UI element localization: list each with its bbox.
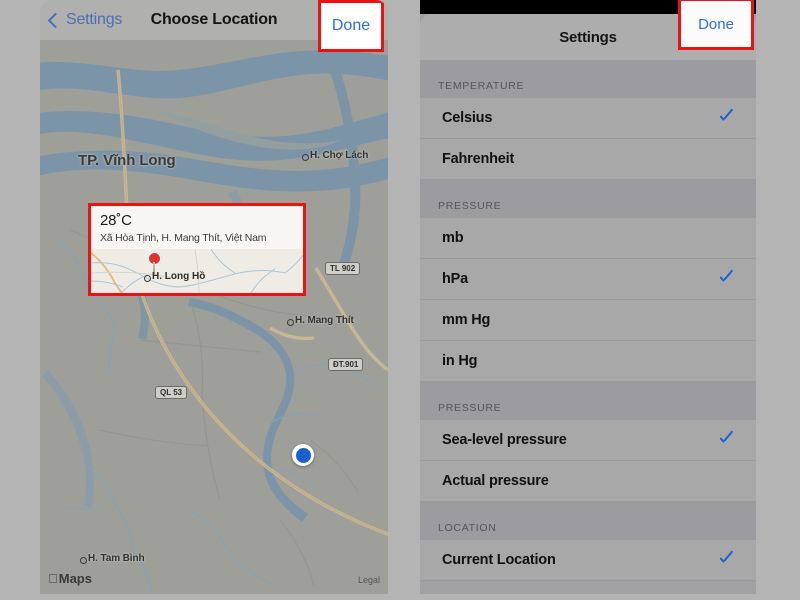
checkmark-icon [718, 552, 734, 568]
settings-panel: Settings TEMPERATURE Celsius Fahrenheit PRE… [420, 0, 756, 594]
apple-logo-icon:  [48, 571, 58, 586]
road-shield: ĐT.901 [328, 358, 364, 371]
settings-row-label: Current Location [442, 552, 556, 568]
callout-poi-label: H. Long Hồ [152, 271, 206, 282]
settings-row[interactable]: in Hg [420, 341, 756, 382]
settings-row-label: mm Hg [442, 312, 491, 328]
settings-row[interactable]: mm Hg [420, 300, 756, 341]
settings-row-label: Sea-level pressure [442, 432, 567, 448]
map-poi-dot [80, 557, 87, 564]
settings-row[interactable]: Sea-level pressure [420, 420, 756, 461]
settings-row[interactable]: Actual pressure [420, 461, 756, 502]
location-callout-card[interactable]: 28˚C Xã Hòa Tịnh, H. Mang Thít, Việt Nam [91, 206, 303, 293]
map-place-label: TP. Vĩnh Long [78, 152, 176, 169]
settings-section-header: LOCATION [420, 502, 756, 540]
done-button-right[interactable]: Done [678, 0, 754, 50]
callout-tail [141, 243, 157, 252]
callout-address: Xã Hòa Tịnh, H. Mang Thít, Việt Nam [100, 232, 267, 244]
settings-title: Settings [559, 28, 617, 46]
settings-list: TEMPERATURE Celsius Fahrenheit PRESSURE mb hP… [420, 60, 756, 581]
map-place-label: H. Mang Thít [295, 315, 354, 326]
settings-row-label: Actual pressure [442, 473, 549, 489]
done-button-left[interactable]: Done [318, 0, 384, 52]
current-location-dot[interactable] [292, 444, 314, 466]
apple-maps-attribution:  Maps [48, 571, 92, 586]
screenshot-stage: TP. Vĩnh Long H. Chợ Lách H. Mang Thít H. T… [0, 0, 800, 600]
settings-row-label: in Hg [442, 353, 478, 369]
checkmark-icon [718, 432, 734, 448]
settings-sheet: Settings TEMPERATURE Celsius Fahrenheit PRE… [420, 14, 756, 594]
road-shield: QL 53 [155, 386, 188, 399]
map-poi-dot [302, 154, 309, 161]
callout-temperature: 28˚C [100, 212, 132, 229]
settings-section-header-label: TEMPERATURE [438, 80, 525, 92]
checkmark-icon [718, 110, 734, 126]
callout-header: 28˚C Xã Hòa Tịnh, H. Mang Thít, Việt Nam [91, 206, 303, 251]
settings-row-label: hPa [442, 271, 468, 287]
map-view[interactable]: TP. Vĩnh Long H. Chợ Lách H. Mang Thít H. T… [40, 40, 388, 594]
callout-poi-dot [144, 275, 151, 282]
callout-mini-map: H. Long Hồ [91, 249, 303, 293]
choose-location-panel: TP. Vĩnh Long H. Chợ Lách H. Mang Thít H. T… [40, 0, 388, 594]
settings-section-header-label: PRESSURE [438, 402, 502, 414]
settings-section-header: PRESSURE [420, 382, 756, 420]
legal-link[interactable]: Legal [358, 575, 380, 585]
checkmark-icon [718, 271, 734, 287]
settings-row-label: Fahrenheit [442, 151, 515, 167]
settings-row[interactable]: mb [420, 218, 756, 259]
map-poi-dot [287, 319, 294, 326]
road-shield: TL 902 [325, 262, 361, 275]
settings-row[interactable]: hPa [420, 259, 756, 300]
settings-section-header: TEMPERATURE [420, 60, 756, 98]
map-pin-icon [149, 253, 160, 274]
settings-row[interactable]: Fahrenheit [420, 139, 756, 180]
settings-row[interactable]: Celsius [420, 98, 756, 139]
settings-row-label: mb [442, 230, 464, 246]
settings-section-header-label: LOCATION [438, 522, 497, 534]
map-place-label: H. Chợ Lách [310, 150, 369, 161]
settings-section-header-label: PRESSURE [438, 200, 502, 212]
settings-row-label: Celsius [442, 110, 493, 126]
map-place-label: H. Tam Bình [88, 553, 145, 564]
maps-attribution-text: Maps [49, 571, 92, 586]
settings-section-header: PRESSURE [420, 180, 756, 218]
location-callout-highlight: 28˚C Xã Hòa Tịnh, H. Mang Thít, Việt Nam [88, 203, 306, 296]
settings-row[interactable]: Current Location [420, 540, 756, 581]
